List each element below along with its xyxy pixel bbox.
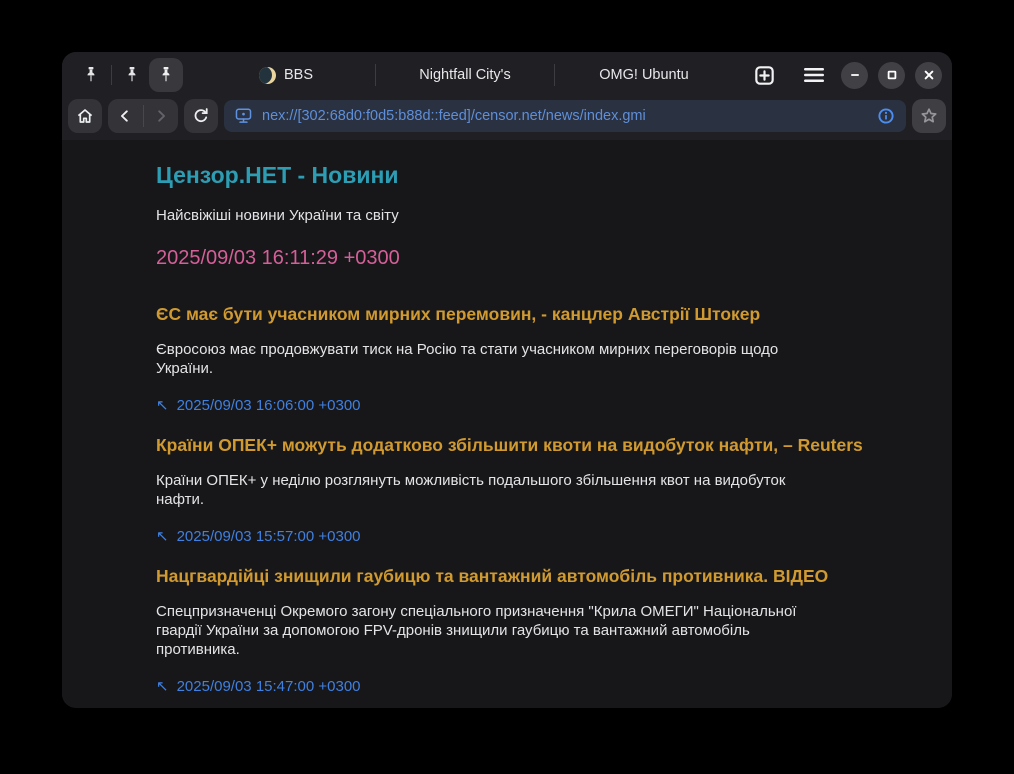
link-arrow-icon: ↖ [156,679,169,694]
tab-strip: BBS Nightfall City's OMG! Ubuntu [197,52,733,98]
menu-button[interactable] [797,58,831,92]
reload-button[interactable] [184,99,218,133]
news-item-link[interactable]: ↖ 2025/09/03 15:57:00 +0300 [156,528,361,545]
page-subtitle: Найсвіжіші новини України та світу [156,206,882,225]
page-content: Цензор.НЕТ - Новини Найсвіжіші новини Ук… [62,140,952,708]
news-item-timestamp: 2025/09/03 15:47:00 +0300 [177,678,361,695]
url-text: nex://[302:68d0:f0d5:b88d::feed]/censor.… [262,108,867,124]
tab-label: OMG! Ubuntu [599,67,688,83]
pinned-tab-3-active[interactable] [149,58,183,92]
pin-icon [156,65,176,85]
maximize-button[interactable] [878,62,905,89]
news-item: ЄС має бути учасником мирних перемовин, … [156,303,882,414]
news-item-link[interactable]: ↖ 2025/09/03 15:47:00 +0300 [156,678,361,695]
back-forward-group [108,99,178,133]
divider [111,65,112,85]
bookmark-button[interactable] [912,99,946,133]
pinned-tab-2[interactable] [115,58,149,92]
star-icon [919,106,939,126]
news-item: Нацгвардійці знищили гаубицю та вантажни… [156,565,882,695]
chevron-right-icon [152,107,170,125]
tab-label: BBS [284,67,313,83]
reload-icon [191,106,211,126]
news-item-summary: Євросоюз має продовжувати тиск на Росію … [156,340,818,378]
news-item-title: ЄС має бути учасником мирних перемовин, … [156,303,882,325]
tab-omg-ubuntu[interactable]: OMG! Ubuntu [555,52,733,98]
minimize-icon [848,68,862,82]
hamburger-menu-icon [801,65,827,85]
tab-nightfall-citys[interactable]: Nightfall City's [376,52,554,98]
close-icon [922,68,936,82]
navigation-bar: nex://[302:68d0:f0d5:b88d::feed]/censor.… [62,98,952,140]
news-item-link[interactable]: ↖ 2025/09/03 16:06:00 +0300 [156,397,361,414]
new-tab-button[interactable] [747,58,781,92]
news-item-summary: Країни ОПЕК+ у неділю розглянуть можливі… [156,471,818,509]
address-bar[interactable]: nex://[302:68d0:f0d5:b88d::feed]/censor.… [224,100,906,132]
page-title: Цензор.НЕТ - Новини [156,160,882,190]
tab-label: Nightfall City's [419,67,510,83]
home-button[interactable] [68,99,102,133]
tab-bar: BBS Nightfall City's OMG! Ubuntu [62,52,952,98]
news-item-timestamp: 2025/09/03 16:06:00 +0300 [177,397,361,414]
news-item-title: Країни ОПЕК+ можуть додатково збільшити … [156,434,882,456]
forward-button[interactable] [144,99,179,133]
back-button[interactable] [108,99,143,133]
news-item: Країни ОПЕК+ можуть додатково збільшити … [156,434,882,545]
terminal-monitor-icon [234,107,253,126]
tab-bbs[interactable]: BBS [197,52,375,98]
pinned-tab-1[interactable] [74,58,108,92]
plus-square-icon [753,64,776,87]
link-arrow-icon: ↖ [156,529,169,544]
news-item-title: Нацгвардійці знищили гаубицю та вантажни… [156,565,882,587]
news-item-timestamp: 2025/09/03 15:57:00 +0300 [177,528,361,545]
moon-icon [259,67,276,84]
browser-window: BBS Nightfall City's OMG! Ubuntu [62,52,952,708]
close-button[interactable] [915,62,942,89]
link-arrow-icon: ↖ [156,398,169,413]
minimize-button[interactable] [841,62,868,89]
home-icon [75,106,95,126]
updated-heading: 2025/09/03 16:11:29 +0300 [156,245,882,271]
pin-icon [81,65,101,85]
chevron-left-icon [116,107,134,125]
info-icon[interactable] [876,106,896,126]
pin-icon [122,65,142,85]
news-item-summary: Спецпризначенці Окремого загону спеціаль… [156,602,818,659]
maximize-icon [885,68,899,82]
